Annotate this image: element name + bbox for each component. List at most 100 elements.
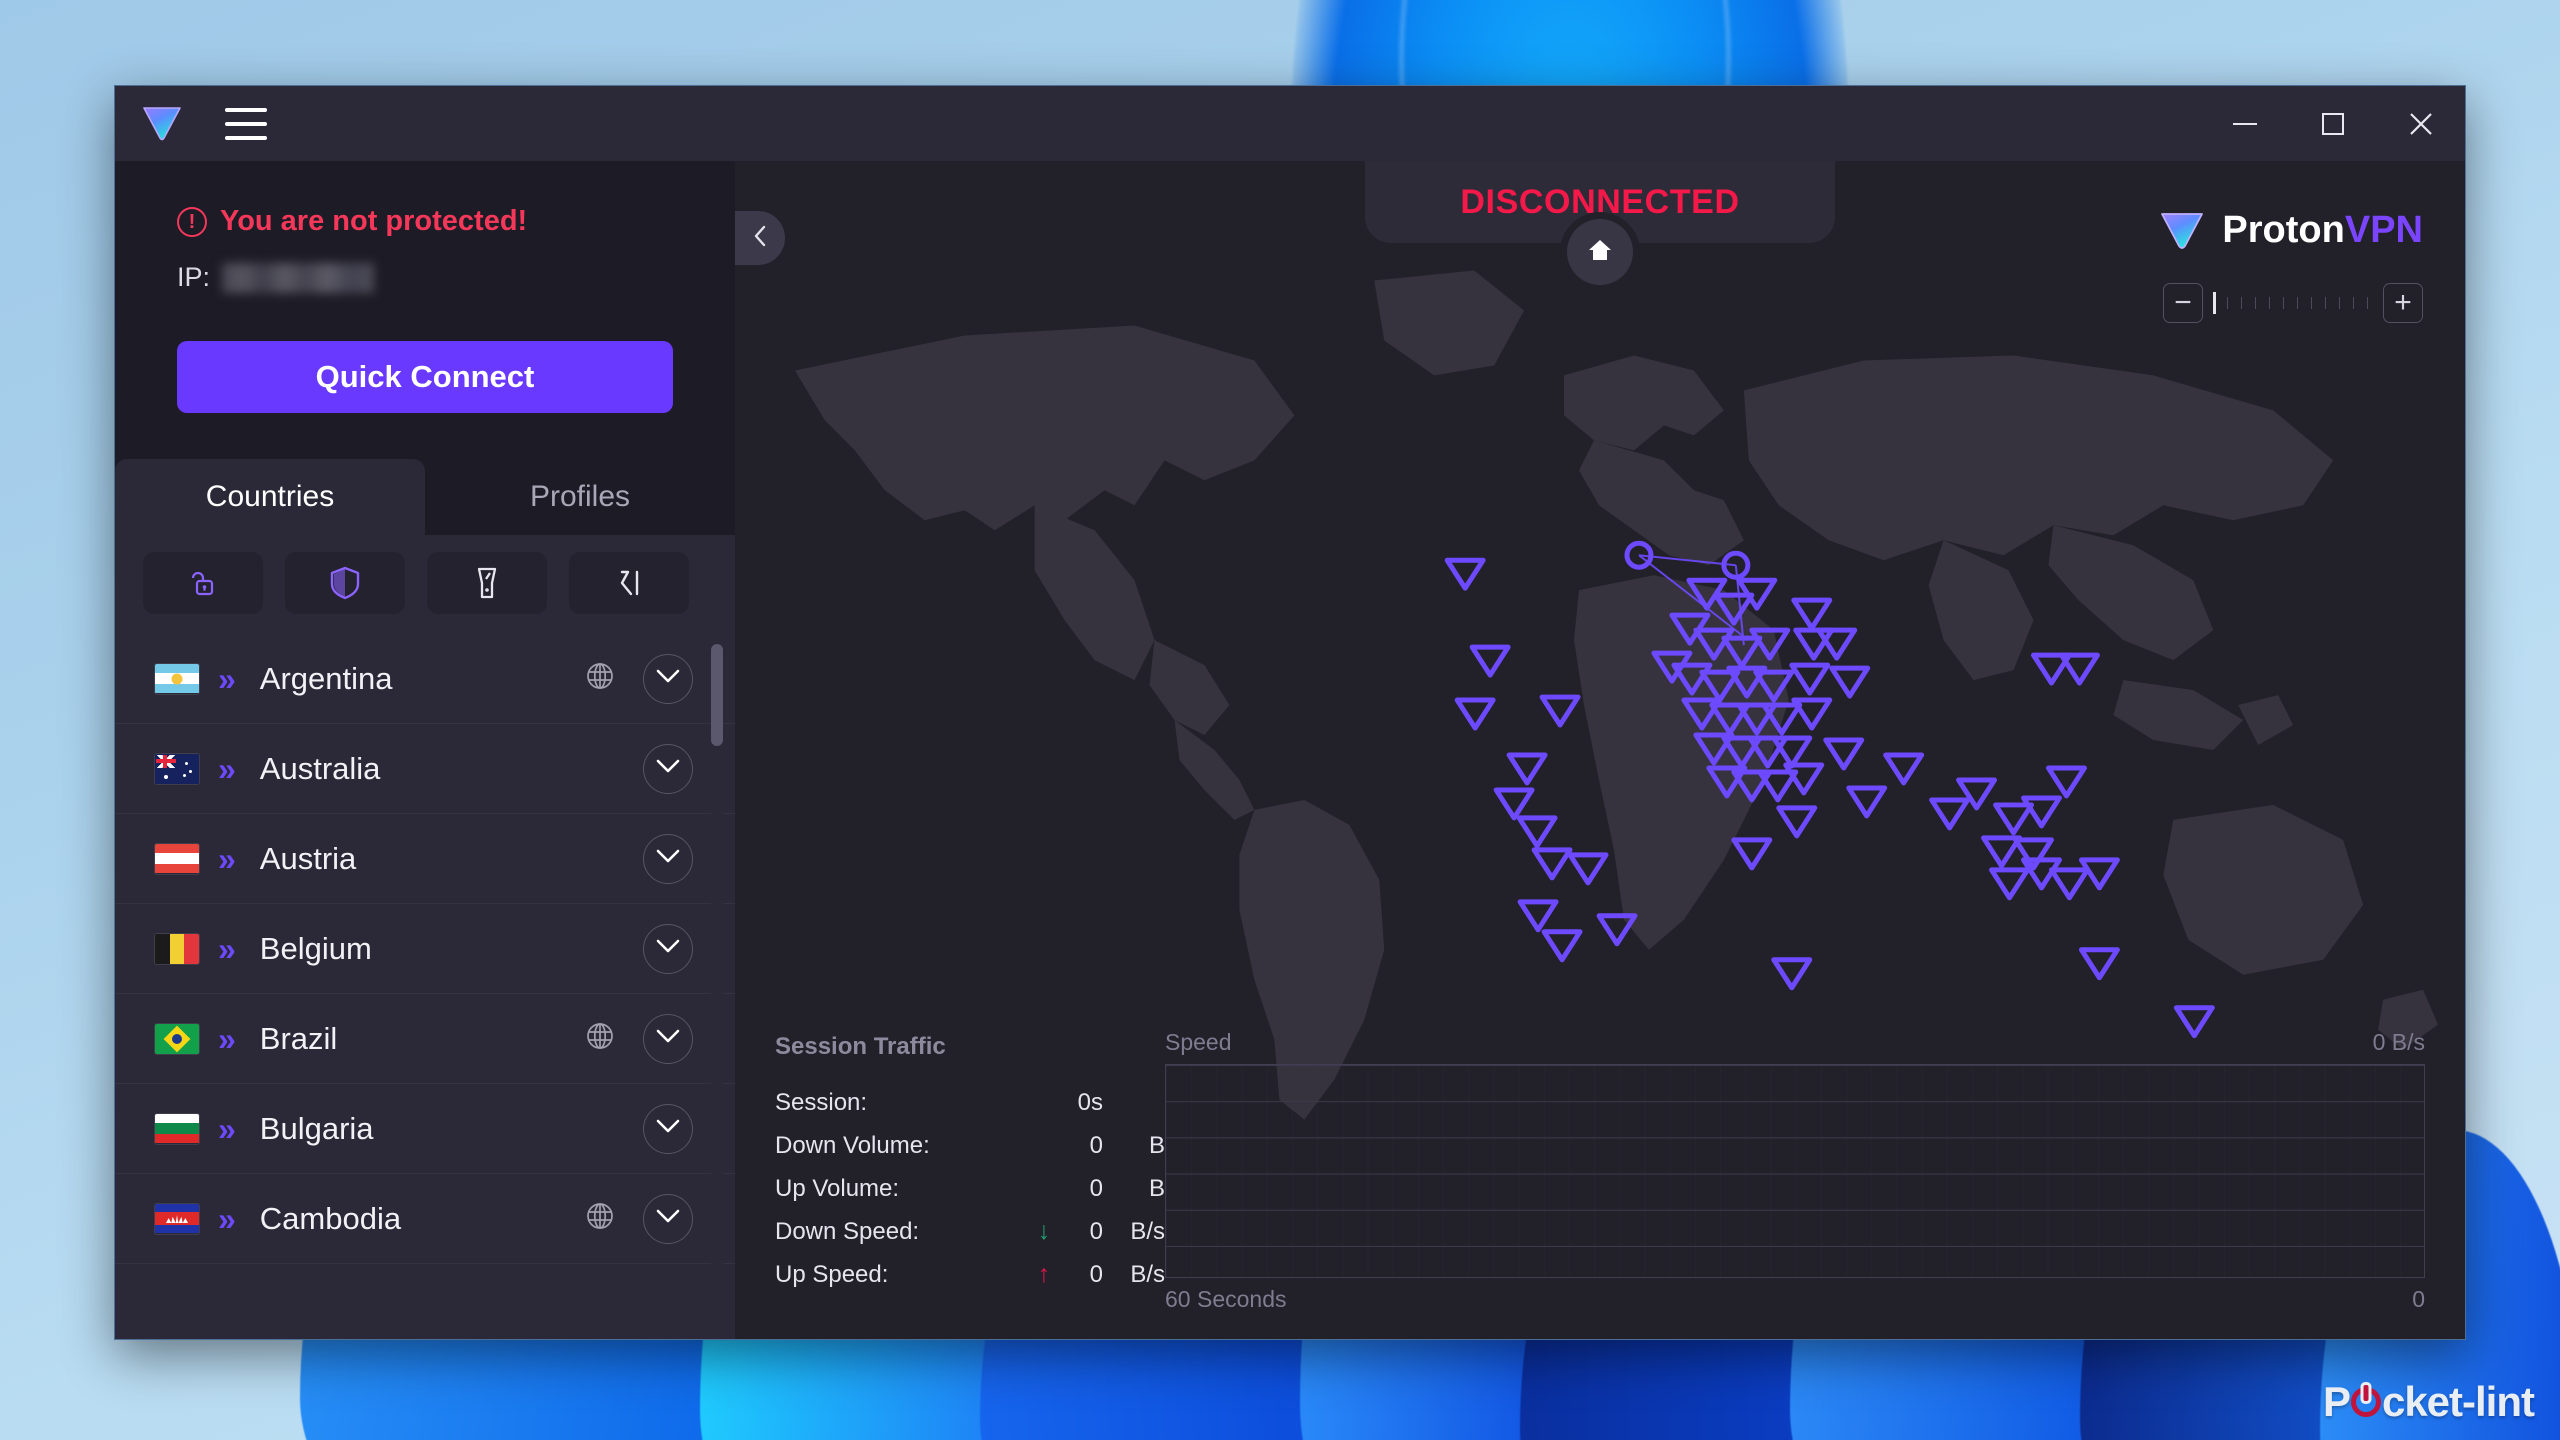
session-traffic-label: Up Speed: (775, 1261, 1025, 1289)
brand-wordmark: ProtonVPN (2222, 209, 2423, 252)
flag-icon-be (155, 934, 199, 964)
chevron-down-icon (655, 938, 681, 959)
proton-vpn-window: ! You are not protected! IP: Quick Conne… (114, 85, 2466, 1340)
status-text: DISCONNECTED (1460, 183, 1739, 222)
double-chevron-right-icon: » (218, 663, 233, 695)
expand-country-button[interactable] (643, 924, 693, 974)
tab-countries[interactable]: Countries (115, 459, 425, 535)
sidebar-tabs: Countries Profiles (115, 459, 735, 535)
zoom-tick (2227, 297, 2228, 309)
double-chevron-right-icon: » (218, 933, 233, 965)
speed-graph-xend: 0 (2412, 1286, 2425, 1313)
zoom-in-button[interactable]: + (2383, 283, 2423, 323)
hamburger-menu-icon[interactable] (225, 108, 267, 140)
double-chevron-right-icon: » (218, 1113, 233, 1145)
expand-country-button[interactable] (643, 1014, 693, 1064)
expand-country-button[interactable] (643, 744, 693, 794)
session-traffic-value: 0 (1063, 1218, 1103, 1246)
zoom-tick (2353, 297, 2354, 309)
chevron-down-icon (655, 1208, 681, 1229)
expand-country-button[interactable] (643, 834, 693, 884)
tor-icon (613, 567, 645, 599)
map-panel: DISCONNECTED (735, 161, 2465, 1339)
p2p-icon (473, 566, 501, 600)
secure-core-icon (186, 566, 220, 600)
session-traffic-row: Up Volume: 0B (775, 1167, 1165, 1210)
session-traffic-unit: B (1103, 1175, 1165, 1203)
ip-row: IP: (177, 262, 735, 293)
speed-graph-header: Speed 0 B/s (1165, 1029, 2425, 1056)
arrow-down-icon: ↓ (1025, 1217, 1063, 1246)
zoom-tick (2269, 297, 2270, 309)
country-row-be[interactable]: »Belgium (115, 904, 735, 994)
flag-icon-bg (155, 1114, 199, 1144)
country-name: Cambodia (260, 1201, 401, 1237)
sidebar: ! You are not protected! IP: Quick Conne… (115, 161, 735, 1339)
zoom-tick (2311, 297, 2312, 309)
power-icon (2351, 1387, 2381, 1417)
scrollbar-thumb[interactable] (711, 644, 723, 746)
filter-tor-button[interactable] (569, 552, 689, 614)
session-traffic-label: Session: (775, 1089, 1025, 1117)
map-zoom-control: − + (2163, 283, 2423, 323)
zoom-slider-thumb[interactable] (2213, 292, 2216, 314)
session-traffic-value: 0 (1063, 1175, 1103, 1203)
session-traffic-row: Down Speed:↓0B/s (775, 1210, 1165, 1253)
zoom-slider-track[interactable] (2213, 290, 2373, 316)
speed-graph-current: 0 B/s (2373, 1029, 2425, 1056)
expand-country-button[interactable] (643, 1104, 693, 1154)
globe-icon (585, 1201, 615, 1236)
session-traffic-unit: B/s (1103, 1261, 1165, 1289)
session-traffic-value: 0 (1063, 1261, 1103, 1289)
flag-icon-kh (155, 1204, 199, 1234)
country-row-at[interactable]: »Austria (115, 814, 735, 904)
country-row-kh[interactable]: »Cambodia (115, 1174, 735, 1264)
ip-label: IP: (177, 262, 210, 293)
filter-p2p-button[interactable] (427, 552, 547, 614)
session-traffic-unit: B (1103, 1132, 1165, 1160)
country-list[interactable]: »Argentina»Australia»Austria»Belgium»Bra… (115, 634, 735, 1339)
expand-country-button[interactable] (643, 654, 693, 704)
alert-circle-icon: ! (177, 207, 207, 237)
double-chevron-right-icon: » (218, 843, 233, 875)
window-controls (2201, 86, 2465, 161)
minimize-button[interactable] (2201, 86, 2289, 161)
session-traffic-value: 0 (1063, 1132, 1103, 1160)
ip-value-redacted (222, 263, 374, 293)
country-list-scrollbar[interactable] (711, 644, 723, 1331)
chevron-left-icon (751, 223, 769, 254)
filter-shield-button[interactable] (285, 552, 405, 614)
zoom-tick (2283, 297, 2284, 309)
country-name: Australia (260, 751, 381, 787)
home-icon (1587, 238, 1613, 267)
server-filter-row (115, 535, 735, 634)
map-home-button[interactable] (1567, 219, 1633, 285)
speed-graph-panel: Speed 0 B/s 60 Seconds 0 (1165, 1019, 2425, 1313)
zoom-out-button[interactable]: − (2163, 283, 2203, 323)
zoom-tick (2367, 297, 2368, 309)
filter-secure-core-button[interactable] (143, 552, 263, 614)
quick-connect-button[interactable]: Quick Connect (177, 341, 673, 413)
flag-icon-at (155, 844, 199, 874)
country-row-br[interactable]: »Brazil (115, 994, 735, 1084)
close-button[interactable] (2377, 86, 2465, 161)
expand-country-button[interactable] (643, 1194, 693, 1244)
tab-profiles[interactable]: Profiles (425, 459, 735, 535)
globe-icon (585, 1021, 615, 1056)
session-traffic-unit: B/s (1103, 1218, 1165, 1246)
country-row-au[interactable]: »Australia (115, 724, 735, 814)
session-traffic-row: Down Volume: 0B (775, 1124, 1165, 1167)
country-row-bg[interactable]: » Bulgaria (115, 1084, 735, 1174)
connection-status-block: ! You are not protected! IP: (115, 161, 735, 293)
session-traffic-label: Up Volume: (775, 1175, 1025, 1203)
pocketlint-watermark: Pcket-lint (2323, 1378, 2534, 1426)
brand-proton: Proton (2222, 209, 2344, 251)
status-warning-text: You are not protected! (220, 205, 527, 238)
session-traffic-label: Down Volume: (775, 1132, 1025, 1160)
country-name: Bulgaria (260, 1111, 374, 1147)
proton-vpn-brand: ProtonVPN (2158, 209, 2423, 252)
maximize-button[interactable] (2289, 86, 2377, 161)
country-row-ar[interactable]: »Argentina (115, 634, 735, 724)
brand-vpn: VPN (2345, 209, 2423, 251)
session-traffic-row: Session:0s (775, 1081, 1165, 1124)
